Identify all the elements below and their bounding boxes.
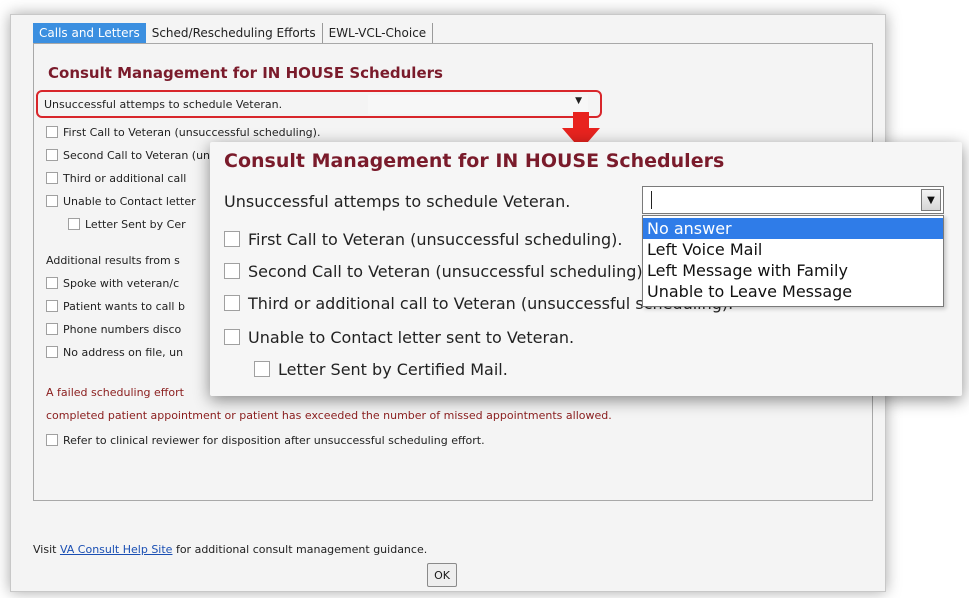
dropdown-option-unable-to-leave-message[interactable]: Unable to Leave Message: [643, 281, 943, 302]
zoomed-callout: Consult Management for IN HOUSE Schedule…: [210, 142, 962, 396]
checkbox-label: No address on file, un: [63, 345, 184, 359]
zoom-checkbox-second-call[interactable]: Second Call to Veteran (unsuccessful sch…: [224, 260, 648, 282]
checkbox-phone-disconnected[interactable]: Phone numbers disco: [46, 321, 181, 337]
footer-suffix: for additional consult management guidan…: [175, 543, 428, 556]
zoom-section-heading: Consult Management for IN HOUSE Schedule…: [224, 150, 725, 172]
failed-effort-text-continued: completed patient appointment or patient…: [46, 408, 612, 422]
zoom-checkbox-unable-to-contact[interactable]: Unable to Contact letter sent to Veteran…: [224, 326, 574, 348]
checkbox-box[interactable]: [254, 361, 270, 377]
tab-ewl-vcl-choice[interactable]: EWL-VCL-Choice: [322, 23, 434, 43]
chevron-down-icon[interactable]: ▼: [921, 189, 941, 211]
checkbox-no-address[interactable]: No address on file, un: [46, 344, 183, 360]
dropdown-option-no-answer[interactable]: No answer: [643, 218, 943, 239]
checkbox-box[interactable]: [46, 149, 58, 161]
checkbox-box[interactable]: [224, 263, 240, 279]
checkbox-box[interactable]: [224, 231, 240, 247]
checkbox-label: First Call to Veteran (unsuccessful sche…: [63, 125, 321, 139]
checkbox-box[interactable]: [46, 300, 58, 312]
zoom-unsuccessful-attempts-label: Unsuccessful attemps to schedule Veteran…: [224, 192, 571, 211]
help-footer: Visit VA Consult Help Site for additiona…: [33, 543, 427, 556]
checkbox-box[interactable]: [46, 126, 58, 138]
checkbox-label: Second Call to Veteran (unsuccessful sch…: [248, 261, 648, 281]
ok-button[interactable]: OK: [427, 563, 457, 587]
text-caret: [651, 191, 652, 209]
checkbox-box[interactable]: [46, 277, 58, 289]
zoom-unsuccessful-attempts-select[interactable]: ▼: [642, 186, 944, 214]
checkbox-label: Letter Sent by Cer: [85, 217, 186, 231]
va-consult-help-link[interactable]: VA Consult Help Site: [60, 543, 173, 556]
checkbox-box[interactable]: [224, 295, 240, 311]
checkbox-label: Unable to Contact letter sent to Veteran…: [248, 327, 575, 347]
tab-calls-and-letters[interactable]: Calls and Letters: [33, 23, 146, 43]
checkbox-box[interactable]: [68, 218, 80, 230]
unsuccessful-attempts-row-highlighted: Unsuccessful attemps to schedule Veteran…: [36, 90, 602, 118]
zoom-checkbox-first-call[interactable]: First Call to Veteran (unsuccessful sche…: [224, 228, 622, 250]
dropdown-option-left-voice-mail[interactable]: Left Voice Mail: [643, 239, 943, 260]
unsuccessful-attempts-select[interactable]: ▼: [368, 95, 588, 114]
checkbox-box[interactable]: [224, 329, 240, 345]
checkbox-box[interactable]: [46, 323, 58, 335]
checkbox-box[interactable]: [46, 195, 58, 207]
checkbox-label: Patient wants to call b: [63, 299, 185, 313]
checkbox-label: First Call to Veteran (unsuccessful sche…: [248, 229, 623, 249]
checkbox-box[interactable]: [46, 172, 58, 184]
checkbox-unable-to-contact[interactable]: Unable to Contact letter: [46, 193, 196, 209]
checkbox-box[interactable]: [46, 346, 58, 358]
tab-bar: Calls and Letters Sched/Rescheduling Eff…: [33, 21, 434, 43]
tab-sched-rescheduling-efforts[interactable]: Sched/Rescheduling Efforts: [145, 23, 323, 43]
unsuccessful-attempts-label: Unsuccessful attemps to schedule Veteran…: [44, 97, 283, 111]
checkbox-box[interactable]: [46, 434, 58, 446]
checkbox-label: Unable to Contact letter: [63, 194, 196, 208]
failed-effort-text: A failed scheduling effort: [46, 385, 184, 399]
checkbox-patient-wants-to-call[interactable]: Patient wants to call b: [46, 298, 185, 314]
chevron-down-icon: ▼: [575, 96, 582, 106]
checkbox-label: Third or additional call: [63, 171, 187, 185]
additional-results-label: Additional results from s: [46, 253, 180, 267]
checkbox-label: Refer to clinical reviewer for dispositi…: [63, 433, 485, 447]
dropdown-options-list: No answer Left Voice Mail Left Message w…: [642, 215, 944, 307]
checkbox-label: Letter Sent by Certified Mail.: [278, 359, 508, 379]
checkbox-label: Phone numbers disco: [63, 322, 182, 336]
section-heading: Consult Management for IN HOUSE Schedule…: [48, 64, 443, 82]
checkbox-refer-clinical-reviewer[interactable]: Refer to clinical reviewer for dispositi…: [46, 432, 485, 448]
checkbox-spoke-with-veteran[interactable]: Spoke with veteran/c: [46, 275, 179, 291]
dropdown-option-left-message-family[interactable]: Left Message with Family: [643, 260, 943, 281]
checkbox-letter-certified[interactable]: Letter Sent by Cer: [68, 216, 186, 232]
checkbox-label: Spoke with veteran/c: [63, 276, 180, 290]
zoom-checkbox-letter-certified[interactable]: Letter Sent by Certified Mail.: [254, 358, 508, 380]
footer-prefix: Visit: [33, 543, 57, 556]
checkbox-third-call[interactable]: Third or additional call: [46, 170, 186, 186]
checkbox-first-call[interactable]: First Call to Veteran (unsuccessful sche…: [46, 124, 320, 140]
